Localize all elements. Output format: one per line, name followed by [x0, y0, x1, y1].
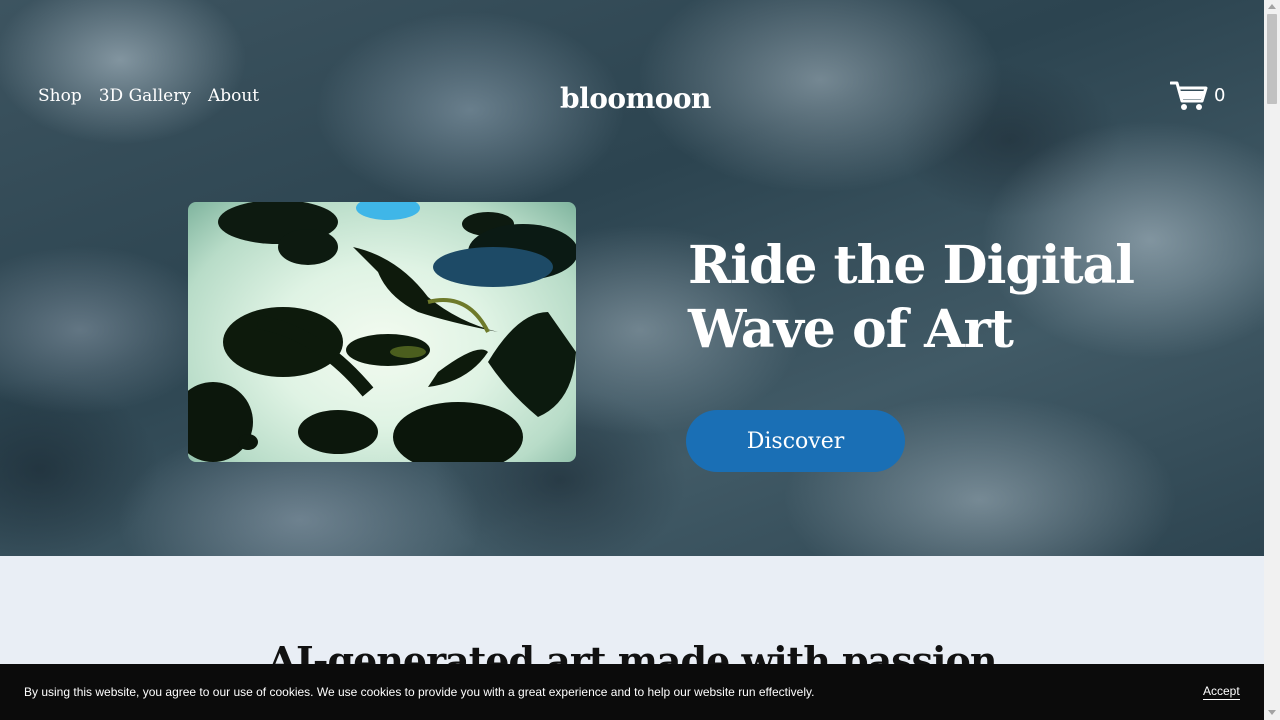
scroll-down-arrow-icon[interactable] [1268, 710, 1276, 715]
page: Shop 3D Gallery About bloomoon 0 Ride th… [0, 0, 1264, 720]
fish-artwork-illustration [188, 202, 576, 462]
hero-section: Shop 3D Gallery About bloomoon 0 Ride th… [0, 0, 1264, 556]
cookie-banner-text: By using this website, you agree to our … [24, 685, 815, 699]
cookie-banner: By using this website, you agree to our … [0, 664, 1264, 720]
hero-artwork-image [188, 202, 576, 462]
accept-cookies-button[interactable]: Accept [1203, 683, 1240, 700]
hero-title: Ride the Digital Wave of Art [688, 235, 1135, 360]
scrollbar-thumb[interactable] [1267, 14, 1277, 104]
discover-button[interactable]: Discover [686, 410, 905, 472]
cart-count: 0 [1214, 85, 1226, 106]
cart-button[interactable]: 0 [1170, 80, 1225, 112]
shopping-cart-icon [1170, 81, 1208, 110]
nav-about-link[interactable]: About [208, 84, 259, 108]
nav-3d-gallery-link[interactable]: 3D Gallery [99, 84, 191, 108]
nav-shop-link[interactable]: Shop [38, 84, 82, 108]
site-logo[interactable]: bloomoon [560, 80, 711, 118]
main-nav: Shop 3D Gallery About [38, 84, 259, 108]
scroll-up-arrow-icon[interactable] [1268, 4, 1276, 9]
page-scrollbar[interactable] [1264, 0, 1280, 720]
